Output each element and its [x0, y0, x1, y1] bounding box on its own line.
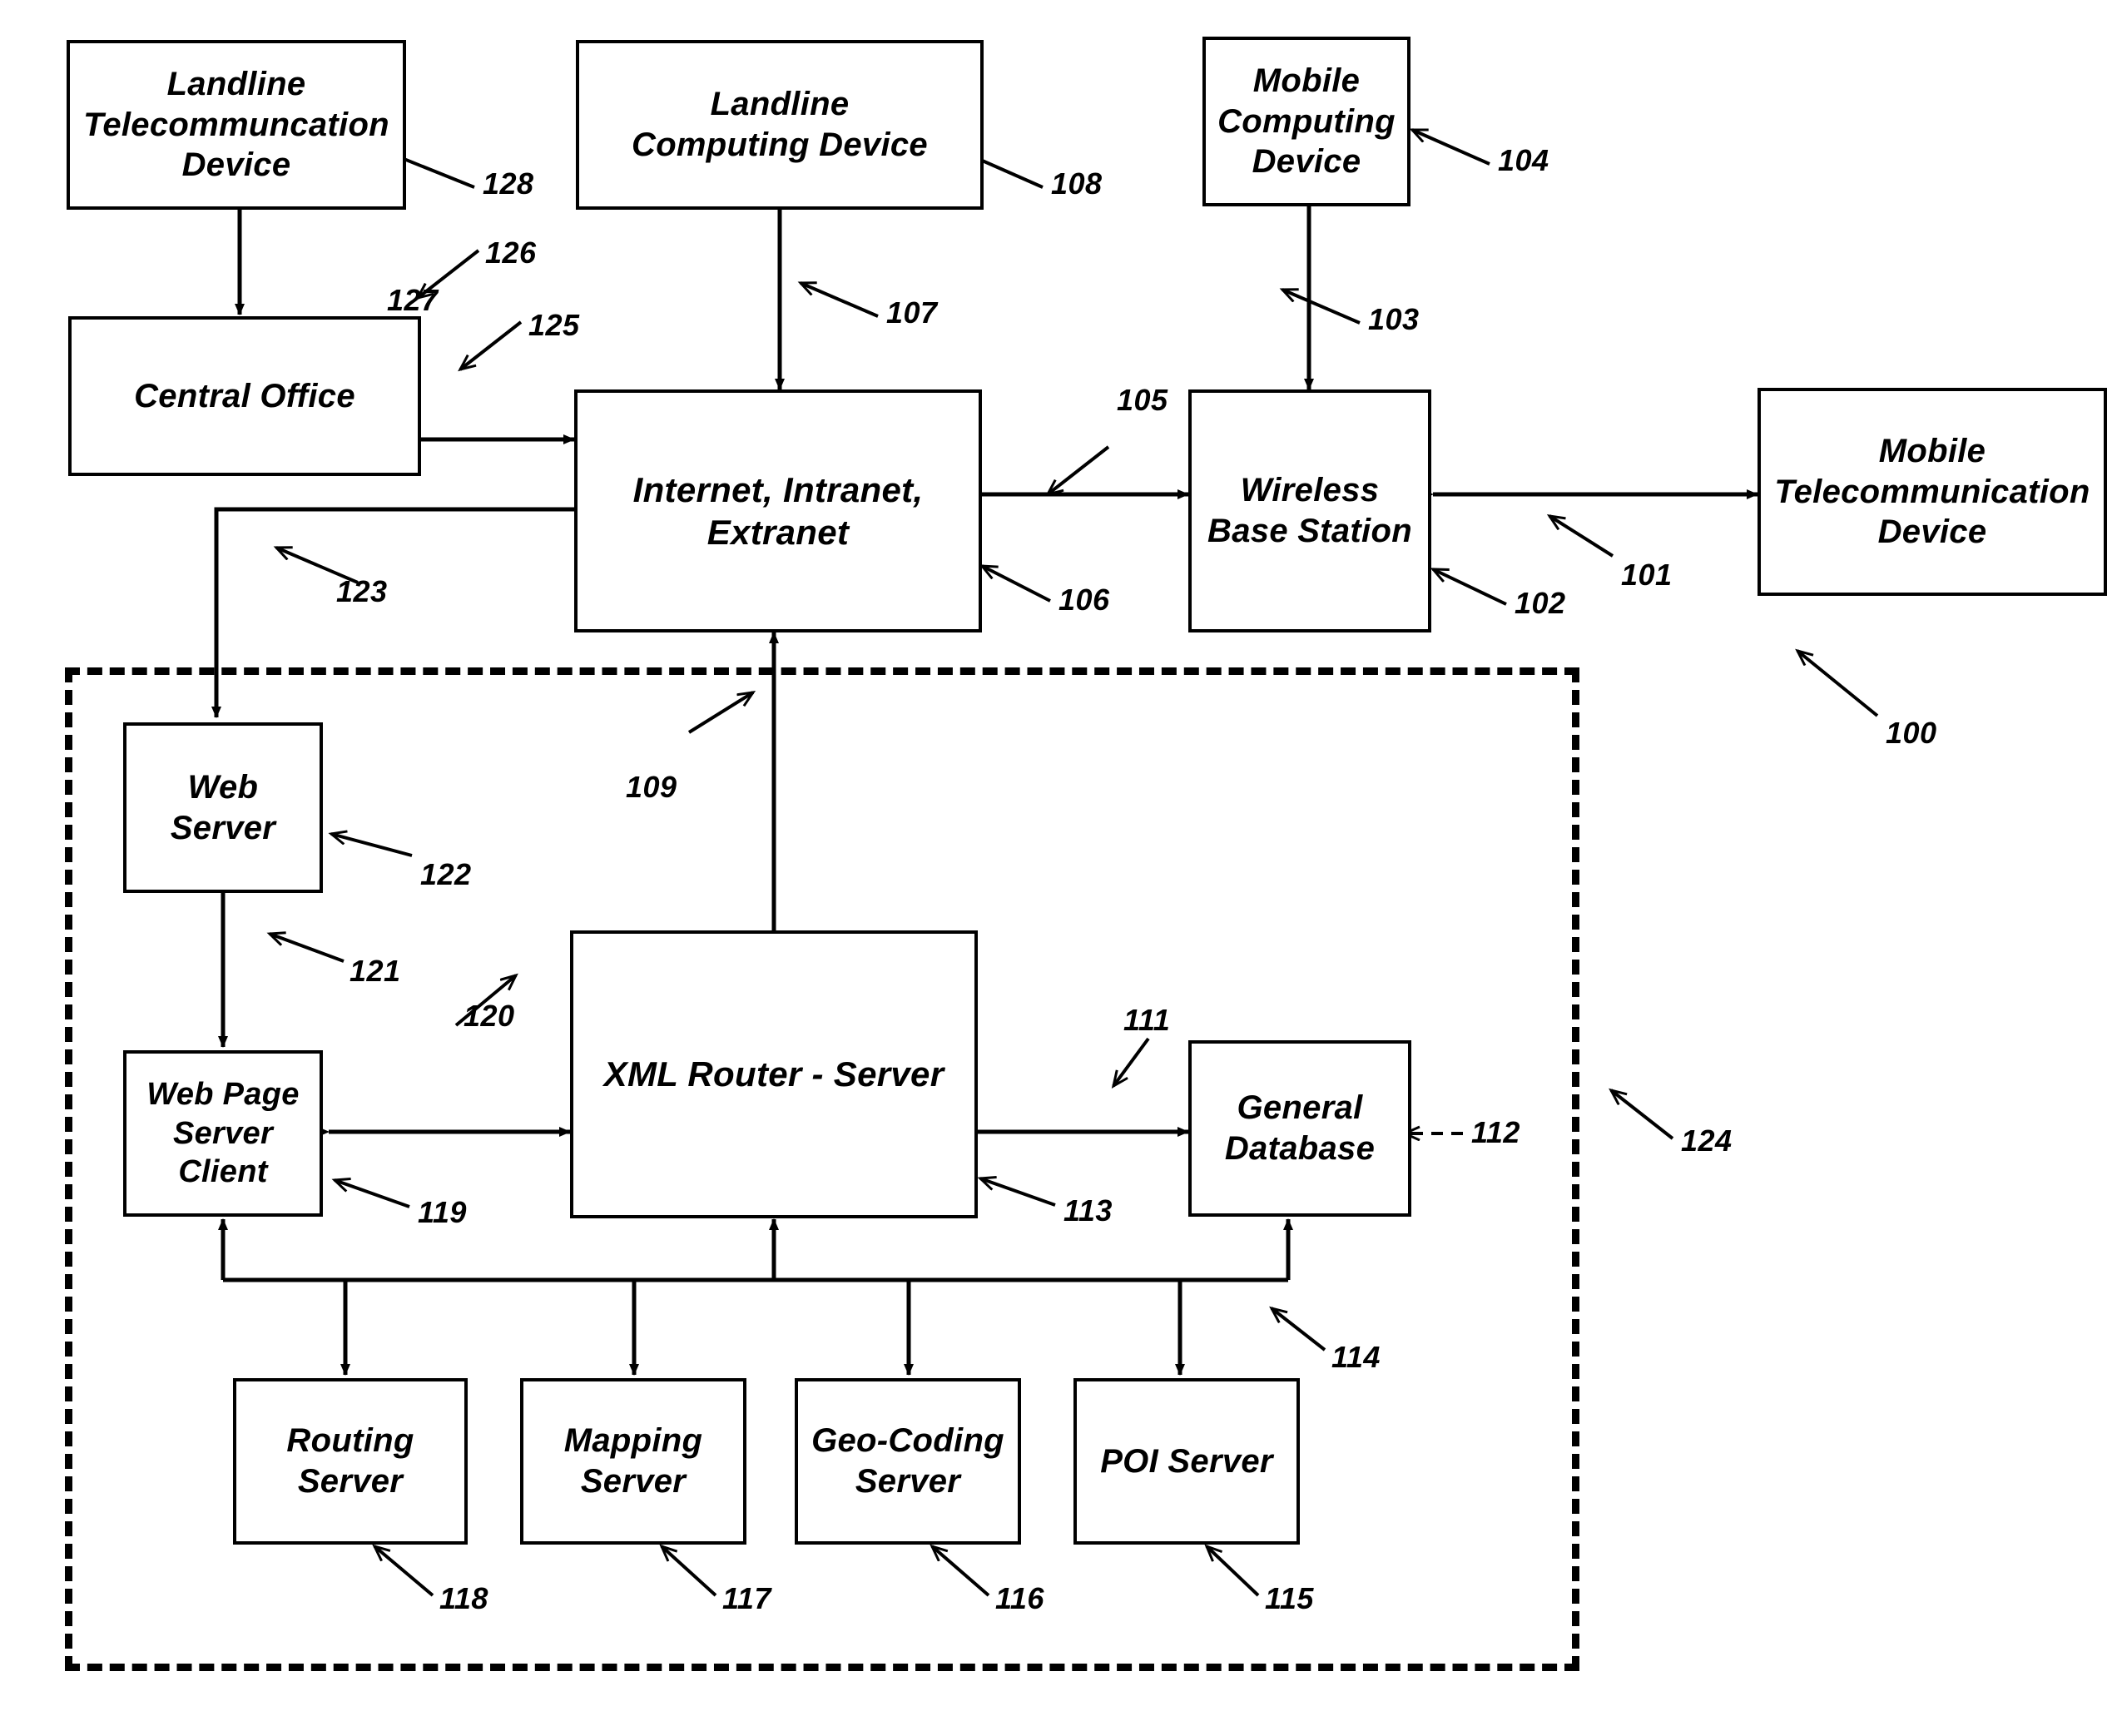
reference-numeral-102: 102	[1515, 586, 1566, 620]
reference-numeral-114: 114	[1331, 1340, 1381, 1374]
reference-numeral-108: 108	[1051, 166, 1103, 201]
node-geo-coding-server[interactable]: Geo-Coding Server	[795, 1378, 1021, 1545]
node-landline-computing-device[interactable]: Landline Computing Device	[576, 40, 984, 210]
node-label: General Database	[1224, 1089, 1376, 1167]
node-mobile-computing-device[interactable]: Mobile Computing Device	[1202, 37, 1410, 206]
reference-numeral-127: 127	[387, 283, 439, 317]
node-central-office[interactable]: Central Office	[68, 316, 421, 476]
node-mapping-server[interactable]: Mapping Server	[520, 1378, 746, 1545]
node-label: Mapping Server	[563, 1422, 703, 1500]
reference-numeral-125: 125	[528, 308, 580, 342]
reference-numeral-111: 111	[1123, 1003, 1171, 1037]
node-label: Routing Server	[286, 1422, 414, 1500]
node-routing-server[interactable]: Routing Server	[233, 1378, 468, 1545]
reference-numeral-121: 121	[350, 954, 401, 988]
node-poi-server[interactable]: POI Server	[1073, 1378, 1300, 1545]
node-label: Mobile Telecommunication Device	[1774, 432, 2090, 551]
reference-numeral-101: 101	[1621, 558, 1673, 592]
node-general-database[interactable]: General Database	[1188, 1040, 1411, 1217]
node-web-server[interactable]: Web Server	[123, 722, 323, 893]
reference-numeral-106: 106	[1058, 583, 1110, 617]
reference-numeral-123: 123	[336, 574, 388, 608]
node-web-page-server-client[interactable]: Web Page Server Client	[123, 1050, 323, 1217]
node-internet-intranet-extranet[interactable]: Internet, Intranet, Extranet	[574, 389, 982, 632]
patent-figure-sheet: Landline Telecommuncation Device Landlin…	[0, 0, 2112, 1736]
reference-numeral-105: 105	[1117, 383, 1168, 417]
node-landline-telecommunication-device[interactable]: Landline Telecommuncation Device	[67, 40, 406, 210]
reference-numeral-118: 118	[439, 1581, 488, 1615]
reference-numeral-116: 116	[995, 1581, 1044, 1615]
reference-numeral-119: 119	[418, 1195, 467, 1229]
reference-numeral-112: 112	[1471, 1115, 1520, 1149]
node-label: Internet, Intranet, Extranet	[632, 469, 924, 552]
node-label: Central Office	[134, 377, 355, 414]
reference-numeral-113: 113	[1063, 1193, 1113, 1228]
reference-numeral-122: 122	[420, 857, 472, 891]
node-label: Web Page Server Client	[146, 1077, 300, 1190]
node-label: POI Server	[1100, 1442, 1273, 1480]
reference-numeral-107: 107	[886, 295, 938, 330]
node-label: XML Router - Server	[603, 1054, 944, 1094]
node-mobile-telecommunication-device[interactable]: Mobile Telecommunication Device	[1758, 388, 2107, 596]
node-label: Mobile Computing Device	[1217, 62, 1396, 181]
node-wireless-base-station[interactable]: Wireless Base Station	[1188, 389, 1431, 632]
reference-numeral-100: 100	[1886, 716, 1937, 750]
reference-numeral-109: 109	[626, 770, 677, 804]
reference-numeral-120: 120	[464, 999, 515, 1033]
reference-numeral-128: 128	[483, 166, 534, 201]
reference-numeral-104: 104	[1498, 143, 1549, 177]
reference-numeral-126: 126	[485, 236, 537, 270]
node-label: Geo-Coding Server	[811, 1422, 1004, 1500]
node-xml-router-server[interactable]: XML Router - Server	[570, 930, 978, 1218]
reference-numeral-124: 124	[1681, 1123, 1733, 1158]
reference-numeral-117: 117	[722, 1581, 771, 1615]
node-label: Landline Telecommuncation Device	[83, 65, 389, 184]
node-label: Wireless Base Station	[1207, 472, 1412, 549]
node-label: Landline Computing Device	[632, 86, 928, 163]
node-label: Web Server	[170, 768, 276, 846]
reference-numeral-103: 103	[1368, 302, 1420, 336]
reference-numeral-115: 115	[1265, 1581, 1314, 1615]
